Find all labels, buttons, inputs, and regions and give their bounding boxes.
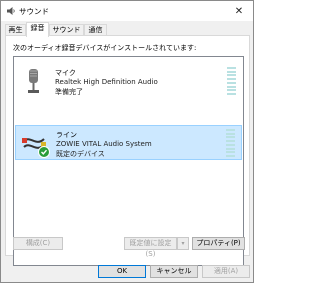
level-meter <box>226 129 235 157</box>
tab-recording[interactable]: 録音 <box>26 22 49 37</box>
default-device-check-icon <box>38 146 50 158</box>
window-title: サウンド <box>19 7 49 16</box>
microphone-icon <box>28 69 39 93</box>
device-name: ライン <box>56 131 77 139</box>
title-bar: サウンド ✕ <box>1 1 253 21</box>
tab-bar: 再生 録音 サウンド 通信 <box>5 22 249 37</box>
close-icon: ✕ <box>234 5 244 17</box>
device-name: マイク <box>55 69 76 77</box>
cancel-button[interactable]: キャンセル <box>150 265 198 278</box>
device-description: ZOWIE VITAL Audio System <box>56 140 152 148</box>
properties-button[interactable]: プロパティ(P) <box>192 237 245 250</box>
ok-button[interactable]: OK <box>98 265 146 278</box>
device-description: Realtek High Definition Audio <box>55 78 158 86</box>
device-status: 既定のデバイス <box>56 150 105 158</box>
speaker-icon <box>7 7 15 15</box>
device-list: マイク Realtek High Definition Audio 準備完了 ラ… <box>13 56 244 266</box>
device-item-microphone[interactable]: マイク Realtek High Definition Audio 準備完了 <box>15 64 242 99</box>
device-status: 準備完了 <box>55 88 83 96</box>
sound-dialog: サウンド ✕ 再生 録音 サウンド 通信 次のオーディオ録音デバイスがインストー… <box>0 0 254 283</box>
instruction-text: 次のオーディオ録音デバイスがインストールされています: <box>13 44 197 52</box>
device-item-line-in[interactable]: ライン ZOWIE VITAL Audio System 既定のデバイス <box>15 125 242 160</box>
close-button[interactable]: ✕ <box>225 1 253 21</box>
configure-button[interactable]: 構成(C) <box>13 237 63 250</box>
set-default-button[interactable]: 既定値に設定(S) <box>124 237 177 258</box>
set-default-dropdown-arrow[interactable]: ▾ <box>177 237 189 250</box>
level-meter <box>227 67 236 95</box>
apply-button[interactable]: 適用(A) <box>202 265 250 278</box>
recording-panel: 次のオーディオ録音デバイスがインストールされています: マイク Realtek … <box>5 35 250 266</box>
